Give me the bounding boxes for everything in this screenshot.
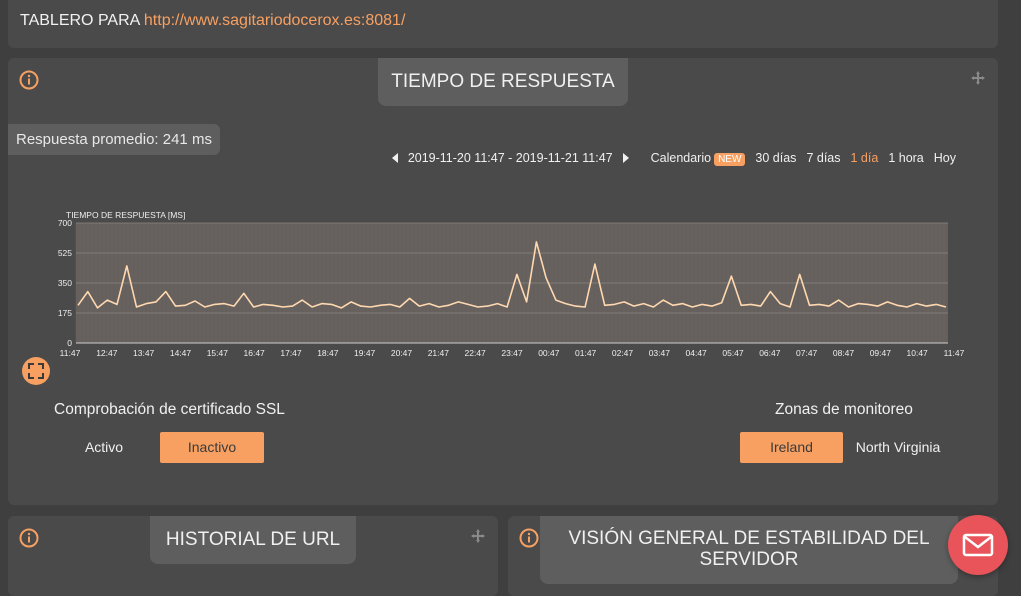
range-today[interactable]: Hoy	[934, 151, 956, 165]
range-7-days[interactable]: 7 días	[806, 151, 840, 165]
x-tick-label: 21:47	[428, 348, 450, 358]
server-stability-panel: VISIÓN GENERAL DE ESTABILIDAD DEL SERVID…	[508, 516, 998, 596]
ssl-active-option[interactable]: Activo	[74, 432, 134, 463]
x-tick-label: 19:47	[354, 348, 376, 358]
y-tick-label: 175	[58, 308, 72, 318]
x-tick-label: 04:47	[686, 348, 708, 358]
x-tick-label: 11:47	[60, 348, 81, 358]
x-tick-label: 18:47	[317, 348, 339, 358]
url-history-panel: HISTORIAL DE URL	[8, 516, 498, 596]
dashboard-header: TABLERO PARA http://www.sagitariodocerox…	[20, 12, 405, 30]
panel-title: TIEMPO DE RESPUESTA	[378, 58, 628, 106]
y-tick-label: 525	[58, 248, 72, 258]
y-tick-label: 0	[67, 338, 72, 348]
x-tick-label: 06:47	[759, 348, 781, 358]
x-tick-label: 05:47	[722, 348, 744, 358]
previous-range-arrow-icon[interactable]	[391, 153, 398, 163]
x-tick-label: 11:47	[944, 348, 964, 358]
zone-north-virginia-option[interactable]: North Virginia	[853, 432, 943, 463]
x-tick-label: 13:47	[133, 348, 155, 358]
x-tick-label: 02:47	[612, 348, 634, 358]
x-tick-label: 00:47	[538, 348, 560, 358]
x-tick-label: 20:47	[391, 348, 413, 358]
dashboard-url-link[interactable]: http://www.sagitariodocerox.es:8081/	[144, 12, 405, 29]
date-range-bar: 2019-11-20 11:47 - 2019-11-21 11:47 Cale…	[391, 151, 956, 166]
move-icon[interactable]	[970, 70, 986, 86]
next-range-arrow-icon[interactable]	[622, 153, 629, 163]
zone-ireland-option[interactable]: Ireland	[740, 432, 843, 463]
date-range-label: 2019-11-20 11:47 - 2019-11-21 11:47	[407, 151, 613, 165]
fullscreen-icon	[28, 363, 44, 379]
mail-button[interactable]	[948, 515, 1008, 575]
average-response-badge: Respuesta promedio: 241 ms	[8, 124, 220, 155]
calendar-label: Calendario	[650, 151, 712, 165]
x-tick-label: 03:47	[649, 348, 671, 358]
x-tick-label: 14:47	[170, 348, 192, 358]
range-1-hour[interactable]: 1 hora	[888, 151, 923, 165]
x-tick-label: 16:47	[244, 348, 266, 358]
x-tick-label: 23:47	[501, 348, 523, 358]
x-tick-label: 09:47	[870, 348, 892, 358]
info-icon[interactable]	[19, 528, 39, 548]
calendar-button[interactable]: Calendario NEW	[650, 151, 746, 166]
x-tick-label: 07:47	[796, 348, 818, 358]
response-time-chart: 0175350525700TIEMPO DE RESPUESTA [MS]11:…	[58, 210, 964, 358]
range-1-day[interactable]: 1 día	[851, 151, 879, 165]
x-tick-label: 08:47	[833, 348, 855, 358]
new-badge: NEW	[714, 153, 746, 166]
x-tick-label: 12:47	[96, 348, 118, 358]
fullscreen-button[interactable]	[22, 357, 50, 385]
x-tick-label: 17:47	[280, 348, 302, 358]
panel-title: VISIÓN GENERAL DE ESTABILIDAD DEL SERVID…	[540, 516, 958, 584]
x-tick-label: 10:47	[907, 348, 929, 358]
ssl-check-title: Comprobación de certificado SSL	[54, 401, 285, 418]
panel-title: HISTORIAL DE URL	[150, 516, 356, 564]
mail-icon	[962, 533, 994, 557]
x-tick-label: 22:47	[465, 348, 487, 358]
move-icon[interactable]	[470, 528, 486, 544]
x-tick-label: 15:47	[207, 348, 229, 358]
ssl-inactive-option[interactable]: Inactivo	[160, 432, 264, 463]
info-icon[interactable]	[19, 70, 39, 90]
top-panel: TABLERO PARA http://www.sagitariodocerox…	[8, 0, 998, 48]
chart-title: TIEMPO DE RESPUESTA [MS]	[66, 210, 185, 220]
x-tick-label: 01:47	[575, 348, 597, 358]
range-30-days[interactable]: 30 días	[755, 151, 796, 165]
info-icon[interactable]	[519, 528, 539, 548]
response-time-panel: TIEMPO DE RESPUESTA Respuesta promedio: …	[8, 58, 998, 505]
dashboard-prefix: TABLERO PARA	[20, 12, 140, 29]
monitoring-zones-title: Zonas de monitoreo	[775, 401, 913, 418]
y-tick-label: 350	[58, 278, 72, 288]
